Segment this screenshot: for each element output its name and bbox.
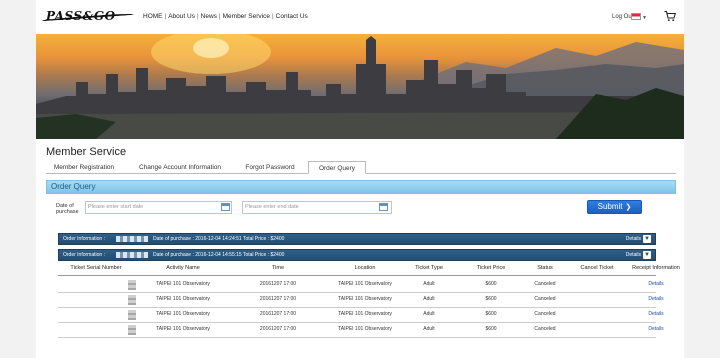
tab-order-query[interactable]: Order Query: [308, 161, 366, 174]
date-of-purchase-label: Date of purchase: [56, 203, 79, 215]
tab-change-account-information[interactable]: Change Account Information: [130, 161, 230, 174]
cell-ticket-price: $600: [485, 311, 497, 317]
tab-forgot-password[interactable]: Forgot Password: [236, 161, 304, 174]
cell-time: 20161207 17:00: [259, 311, 297, 317]
table-row: TAIPEI 101 Observatory 20161207 17:00 TA…: [58, 293, 664, 308]
submit-label: Submit: [597, 202, 623, 211]
page-title: Member Service: [46, 146, 127, 158]
hero-banner-image: [36, 34, 684, 139]
chevron-down-icon: ▼: [643, 250, 651, 259]
member-service-tabs: Member Registration Change Account Infor…: [46, 161, 676, 174]
cell-ticket-type: Adult: [423, 281, 435, 287]
chevron-down-icon[interactable]: ▼: [642, 15, 647, 21]
end-date-input[interactable]: Please enter end date: [242, 201, 392, 214]
main-nav: HOME | About Us | News | Member Service | Contac…: [143, 13, 308, 20]
cell-status: Canceled: [534, 296, 556, 302]
site-logo[interactable]: PASS&GO: [42, 9, 134, 23]
col-ticket-price: Ticket Price: [476, 265, 506, 271]
table-row: TAIPEI 101 Observatory 20161207 17:00 TA…: [58, 278, 664, 293]
receipt-details-link[interactable]: Details: [621, 296, 691, 302]
chevron-down-icon: ▼: [643, 234, 651, 243]
cell-activity: TAIPEI 101 Observatory: [156, 296, 210, 302]
submit-button[interactable]: Submit ❯: [587, 200, 642, 214]
nav-home[interactable]: HOME: [143, 13, 163, 20]
col-time: Time: [271, 265, 285, 271]
receipt-details-link[interactable]: Details: [621, 326, 691, 332]
cell-ticket-price: $600: [485, 326, 497, 332]
order-info-row[interactable]: Order Information : Date of purchase : 2…: [58, 233, 656, 245]
details-label: Details: [625, 236, 641, 242]
col-activity-name: Activity Name: [166, 265, 200, 271]
masked-serial-number: [128, 325, 136, 335]
col-ticket-serial-number: Ticket Serial Number: [70, 265, 122, 271]
nav-separator: |: [164, 13, 167, 20]
chevron-right-icon: ❯: [625, 204, 632, 211]
cell-activity: TAIPEI 101 Observatory: [156, 281, 210, 287]
start-date-input[interactable]: Please enter start date: [85, 201, 232, 214]
cell-ticket-type: Adult: [423, 296, 435, 302]
calendar-icon[interactable]: [379, 203, 388, 211]
nav-news[interactable]: News: [201, 13, 217, 20]
site-header: PASS&GO HOME | About Us | News | Member Servic…: [36, 0, 684, 34]
order-query-bar: Order Query: [46, 180, 676, 194]
cell-ticket-price: $600: [485, 281, 497, 287]
masked-order-number: [116, 252, 148, 258]
order-details-toggle[interactable]: Details ▼: [626, 250, 651, 260]
masked-order-number: [116, 236, 148, 242]
cell-status: Canceled: [534, 326, 556, 332]
col-location: Location: [354, 265, 376, 271]
cell-location: TAIPEI 101 Observatory: [338, 281, 392, 287]
order-details-toggle[interactable]: Details ▼: [626, 234, 651, 244]
cell-time: 20161207 17:00: [259, 281, 297, 287]
cell-location: TAIPEI 101 Observatory: [338, 326, 392, 332]
receipt-details-link[interactable]: Details: [621, 281, 691, 287]
cell-activity: TAIPEI 101 Observatory: [156, 326, 210, 332]
receipt-details-link[interactable]: Details: [621, 311, 691, 317]
col-cancel-ticket: Cancel Ticket: [580, 265, 614, 271]
nav-separator: |: [196, 13, 199, 20]
city-skyline-illustration: [36, 34, 684, 139]
col-ticket-type: Ticket Type: [415, 265, 443, 271]
page-container: PASS&GO HOME | About Us | News | Member Servic…: [36, 0, 684, 358]
order-info-row[interactable]: Order Information : Date of purchase : 2…: [58, 249, 656, 261]
cart-icon[interactable]: [664, 10, 676, 22]
cell-ticket-type: Adult: [423, 326, 435, 332]
order-query-heading: Order Query: [51, 182, 96, 191]
cell-status: Canceled: [534, 281, 556, 287]
nav-separator: |: [271, 13, 274, 20]
col-receipt-information: Receipt Information: [632, 265, 680, 271]
order-info-summary: Date of purchase : 2016-12-04 14:24:51 T…: [153, 236, 285, 242]
nav-contact-us[interactable]: Contact Us: [276, 13, 308, 20]
language-flag-icon[interactable]: [631, 13, 641, 20]
cell-ticket-type: Adult: [423, 311, 435, 317]
tab-member-registration[interactable]: Member Registration: [48, 161, 120, 174]
order-info-label: Order Information :: [63, 236, 105, 242]
order-info-summary: Date of purchase : 2016-12-04 14:55:15 T…: [153, 252, 285, 258]
table-row: TAIPEI 101 Observatory 20161207 17:00 TA…: [58, 308, 664, 323]
masked-serial-number: [128, 295, 136, 305]
table-row: TAIPEI 101 Observatory 20161207 17:00 TA…: [58, 323, 664, 338]
cell-time: 20161207 17:00: [259, 296, 297, 302]
cell-ticket-price: $600: [485, 296, 497, 302]
nav-separator: |: [218, 13, 221, 20]
cell-activity: TAIPEI 101 Observatory: [156, 311, 210, 317]
cell-time: 20161207 17:00: [259, 326, 297, 332]
nav-about-us[interactable]: About Us: [168, 13, 195, 20]
ticket-table-header: Ticket Serial Number Activity Name Time …: [58, 265, 680, 276]
details-label: Details: [625, 252, 641, 258]
masked-serial-number: [128, 310, 136, 320]
nav-member-service[interactable]: Member Service: [223, 13, 270, 20]
order-info-label: Order Information :: [63, 252, 105, 258]
cell-location: TAIPEI 101 Observatory: [338, 296, 392, 302]
cell-status: Canceled: [534, 311, 556, 317]
calendar-icon[interactable]: [221, 203, 230, 211]
col-status: Status: [537, 265, 553, 271]
cell-location: TAIPEI 101 Observatory: [338, 311, 392, 317]
masked-serial-number: [128, 280, 136, 290]
